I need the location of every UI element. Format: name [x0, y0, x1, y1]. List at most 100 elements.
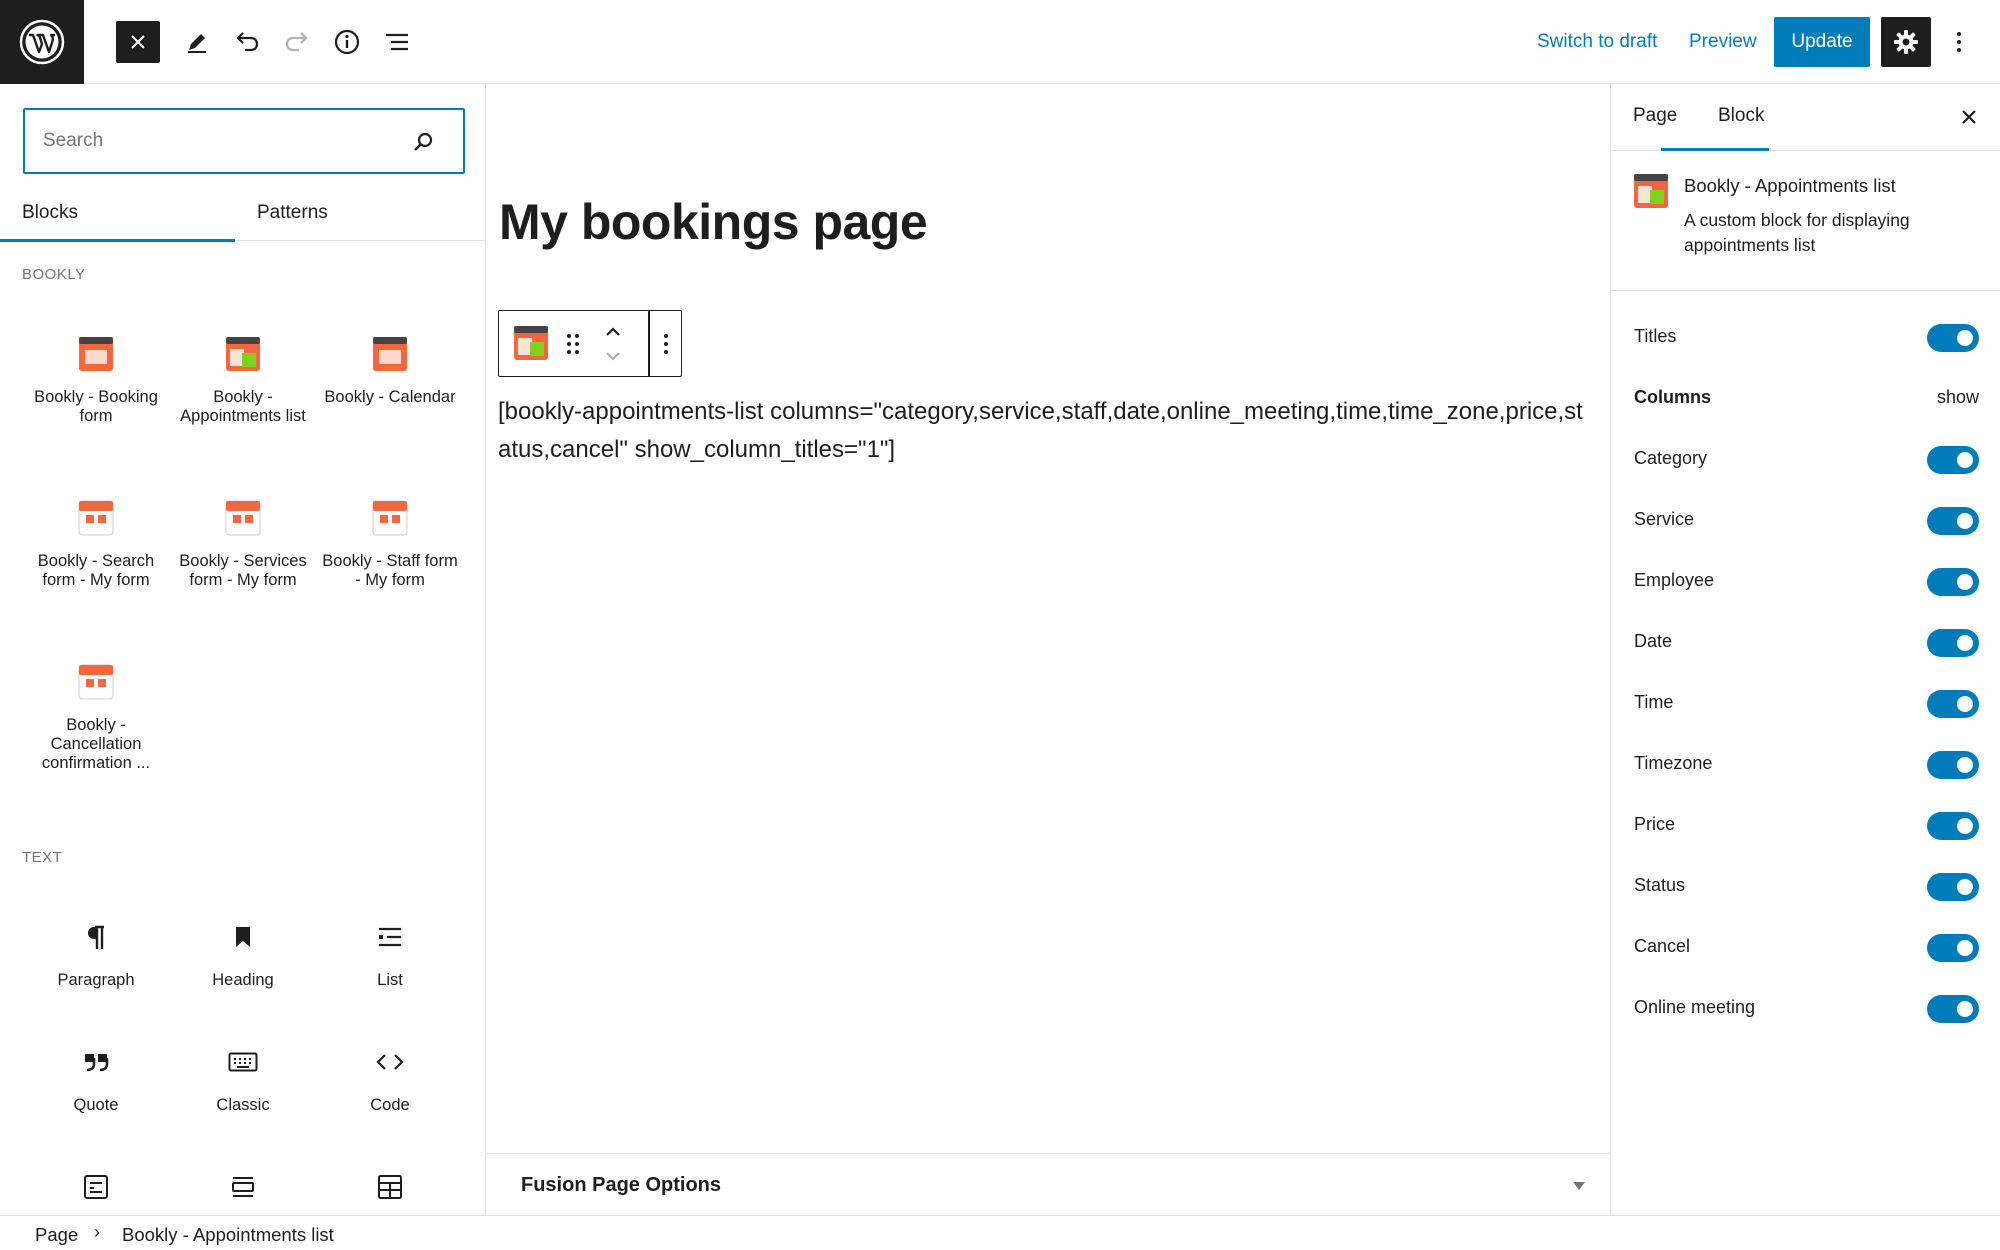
block-item[interactable]: Quote	[22, 1040, 170, 1115]
close-inserter-button[interactable]	[116, 21, 160, 63]
block-item-label: Bookly - Cancellation confirmation ...	[41, 716, 151, 772]
move-down-button[interactable]	[603, 347, 623, 365]
options-menu-button[interactable]	[1944, 22, 1974, 62]
fusion-page-options-panel[interactable]: Fusion Page Options	[487, 1153, 1610, 1215]
wordpress-logo-button[interactable]	[0, 0, 84, 84]
setting-price: Price	[1634, 808, 1979, 844]
block-item[interactable]	[169, 1165, 317, 1209]
breadcrumb-separator: ›	[94, 1222, 100, 1242]
update-button[interactable]: Update	[1774, 17, 1870, 67]
block-item-label: Quote	[73, 1096, 119, 1114]
triangle-down-icon	[1572, 1178, 1586, 1196]
setting-label: Employee	[1634, 570, 1715, 590]
tab-blocks[interactable]: Blocks	[0, 193, 235, 242]
preview-button[interactable]: Preview	[1689, 22, 1757, 62]
close-icon	[131, 35, 145, 49]
bookly-appointments-icon	[514, 326, 548, 360]
setting-label: Cancel	[1634, 936, 1691, 956]
chevron-up-icon	[606, 327, 620, 336]
block-item[interactable]: Bookly - Staff form - My form	[316, 496, 464, 590]
block-item[interactable]: Bookly - Booking form	[22, 332, 170, 426]
redo-button[interactable]	[275, 21, 319, 63]
block-item-label: Classic	[216, 1096, 270, 1114]
tab-patterns[interactable]: Patterns	[235, 193, 475, 241]
block-item[interactable]: Bookly - Services form - My form	[169, 496, 317, 590]
block-item[interactable]: List	[316, 915, 464, 990]
settings-button[interactable]	[1881, 17, 1931, 67]
pencil-icon	[188, 34, 206, 53]
setting-time: Time	[1634, 686, 1979, 722]
close-icon	[1962, 110, 1976, 124]
block-item[interactable]: Bookly - Appointments list	[169, 332, 317, 426]
undo-button[interactable]	[225, 21, 269, 63]
wordpress-icon	[19, 19, 65, 65]
setting-label: Columns	[1634, 387, 1712, 407]
tools-button[interactable]	[175, 21, 219, 63]
status-toggle[interactable]	[1927, 873, 1979, 901]
shortcode-block-content[interactable]: [bookly-appointments-list columns="categ…	[498, 393, 1588, 468]
setting-label: Timezone	[1634, 753, 1713, 773]
block-item-label: Heading	[212, 971, 274, 989]
block-item-label: Code	[370, 1096, 410, 1114]
timezone-toggle[interactable]	[1927, 751, 1979, 779]
block-type-switcher[interactable]	[513, 325, 549, 361]
drag-handle-icon	[567, 334, 579, 354]
block-item-label: List	[377, 971, 403, 989]
switch-to-draft-button[interactable]: Switch to draft	[1537, 22, 1657, 62]
block-item[interactable]: Code	[316, 1040, 464, 1115]
block-search-input[interactable]	[43, 126, 403, 156]
setting-status: Status	[1634, 869, 1979, 905]
block-item[interactable]	[22, 1165, 170, 1209]
block-item-label: Bookly - Services form - My form	[179, 552, 307, 589]
employee-toggle[interactable]	[1927, 568, 1979, 596]
date-toggle[interactable]	[1927, 629, 1979, 657]
block-item-label: Bookly - Search form - My form	[37, 552, 155, 589]
tab-block[interactable]: Block	[1718, 105, 1764, 127]
setting-label: Titles	[1634, 326, 1677, 346]
drag-handle[interactable]	[565, 331, 581, 357]
block-toolbar	[498, 310, 682, 377]
block-item[interactable]: Bookly - Cancellation confirmation ...	[22, 660, 170, 773]
list-view-button[interactable]	[375, 21, 419, 63]
tab-page[interactable]: Page	[1633, 105, 1677, 127]
block-item[interactable]: Heading	[169, 915, 317, 990]
page-title[interactable]: My bookings page	[499, 193, 928, 251]
move-up-button[interactable]	[603, 323, 623, 341]
block-item[interactable]: Paragraph	[22, 915, 170, 990]
block-item[interactable]: Bookly - Search form - My form	[22, 496, 170, 590]
more-vertical-icon	[664, 334, 668, 354]
bookly-appointments-icon	[169, 332, 317, 376]
more-vertical-icon	[1957, 32, 1961, 52]
tab-patterns-label: Patterns	[257, 202, 328, 223]
service-toggle[interactable]	[1927, 507, 1979, 535]
online-meeting-toggle[interactable]	[1927, 995, 1979, 1023]
block-item-label: Paragraph	[57, 971, 135, 989]
setting-employee: Employee	[1634, 564, 1979, 600]
code-icon	[316, 1040, 464, 1084]
editor-header: Switch to draft Preview Update	[0, 0, 2000, 84]
block-item[interactable]: Classic	[169, 1040, 317, 1115]
time-toggle[interactable]	[1927, 690, 1979, 718]
block-options-button[interactable]	[654, 331, 678, 357]
list-icon	[316, 915, 464, 959]
setting-online-meeting: Online meeting	[1634, 991, 1979, 1027]
setting-service: Service	[1634, 503, 1979, 539]
cancel-toggle[interactable]	[1927, 934, 1979, 962]
category-label-bookly: BOOKLY	[22, 266, 86, 283]
block-item[interactable]: Bookly - Calendar	[316, 332, 464, 407]
block-item[interactable]	[316, 1165, 464, 1209]
undo-icon	[236, 32, 259, 52]
breadcrumb-item-block[interactable]: Bookly - Appointments list	[122, 1224, 334, 1246]
redo-icon	[285, 32, 308, 52]
setting-label: Time	[1634, 692, 1674, 712]
block-item-label: Bookly - Appointments list	[180, 388, 306, 425]
setting-label: Status	[1634, 875, 1686, 895]
breadcrumb-item-page[interactable]: Page	[35, 1224, 78, 1246]
titles-toggle[interactable]	[1927, 324, 1979, 352]
price-toggle[interactable]	[1927, 812, 1979, 840]
details-button[interactable]	[325, 21, 369, 63]
close-sidebar-button[interactable]	[1957, 105, 1981, 134]
bookly-cancellation-icon	[22, 660, 170, 704]
search-icon	[411, 130, 435, 159]
category-toggle[interactable]	[1927, 446, 1979, 474]
